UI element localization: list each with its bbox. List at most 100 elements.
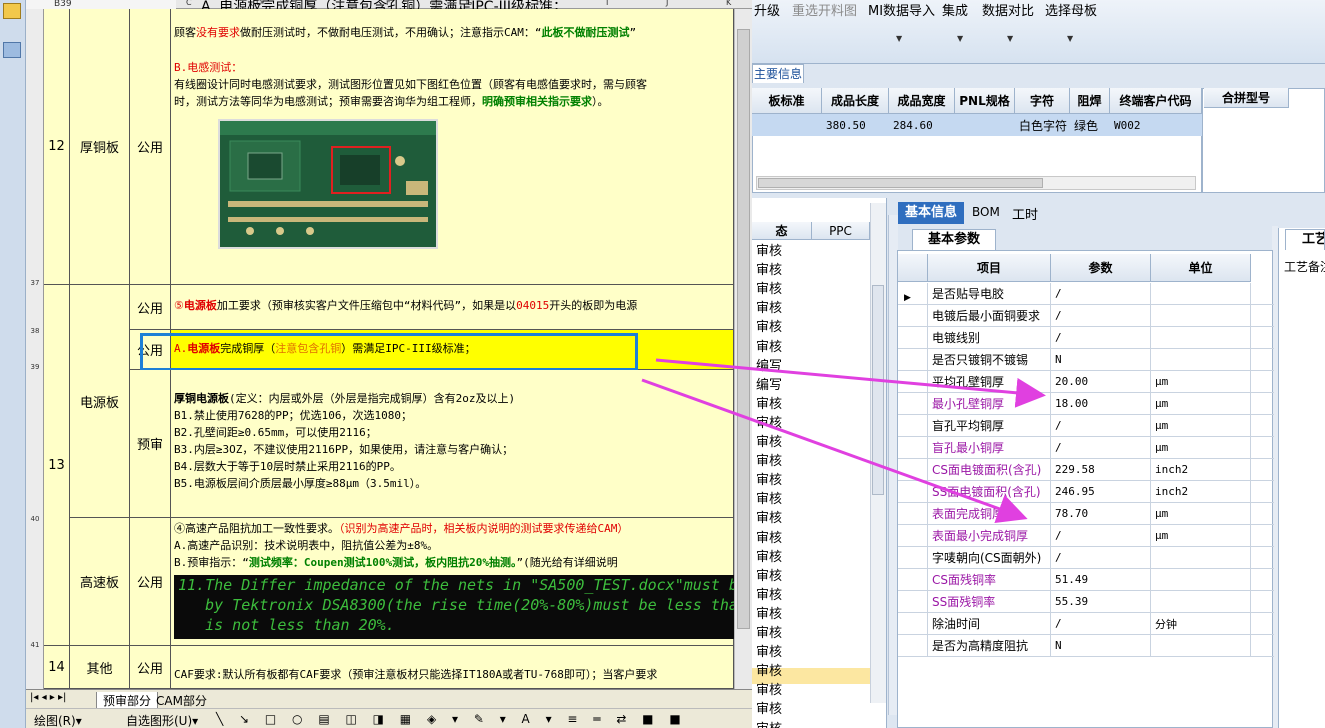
chevron-down-icon[interactable]: ▼ xyxy=(1067,34,1073,43)
status-list-item[interactable]: 审核 xyxy=(756,488,782,507)
param-row[interactable]: 电镀线别 / xyxy=(898,327,1274,349)
status-list-item[interactable]: 审核 xyxy=(756,450,782,469)
param-row[interactable]: 最小孔壁铜厚 18.00 μm xyxy=(898,393,1274,415)
scroll-thumb[interactable] xyxy=(737,29,750,629)
param-value[interactable]: / xyxy=(1051,437,1151,458)
vertical-scrollbar[interactable] xyxy=(734,9,752,689)
status-list-item[interactable]: 审核 xyxy=(756,393,782,412)
scope-cell[interactable]: 公用 xyxy=(130,646,171,689)
column-letter[interactable]: I xyxy=(606,0,608,7)
row-number-cell[interactable]: 14 xyxy=(44,646,70,689)
param-row[interactable]: 表面最小完成铜厚 / μm xyxy=(898,525,1274,547)
tab-process[interactable]: 工艺 xyxy=(1285,229,1325,250)
param-value[interactable]: / xyxy=(1051,327,1151,348)
col-header[interactable]: 板标准 xyxy=(752,88,822,114)
col-header[interactable]: PNL规格 xyxy=(955,88,1015,114)
param-row[interactable]: 盲孔平均铜厚 / μm xyxy=(898,415,1274,437)
board-type-cell[interactable]: 厚铜板 xyxy=(70,9,130,285)
chevron-down-icon[interactable]: ▼ xyxy=(1007,34,1013,43)
param-row[interactable]: 字唛朝向(CS面朝外) / xyxy=(898,547,1274,569)
col-header-item[interactable]: 项目 xyxy=(928,254,1051,282)
row-number[interactable]: 37 xyxy=(26,279,44,287)
param-row[interactable]: 除油时间 / 分钟 xyxy=(898,613,1274,635)
status-list-item[interactable]: 审核 xyxy=(756,546,782,565)
status-list-item[interactable]: 审核 xyxy=(756,431,782,450)
sheet-tab-cam[interactable]: CAM部分 xyxy=(156,692,207,709)
tab-main-info[interactable]: 主要信息 xyxy=(752,64,804,83)
status-list-item[interactable]: 审核 xyxy=(756,336,782,355)
cell[interactable]: 380.50 xyxy=(822,114,889,136)
status-list-item[interactable]: 审核 xyxy=(756,718,782,728)
col-header[interactable]: PPC xyxy=(812,222,870,240)
status-list-item[interactable]: 审核 xyxy=(756,412,782,431)
board-type-cell[interactable]: 高速板 xyxy=(70,518,130,646)
draw-menu[interactable]: 绘图(R)▾ xyxy=(34,712,82,728)
param-value[interactable]: / xyxy=(1051,283,1151,304)
param-row[interactable]: 是否为高精度阻抗 N xyxy=(898,635,1274,657)
cell[interactable]: W002 xyxy=(1110,114,1202,136)
param-row[interactable]: SS面残铜率 55.39 xyxy=(898,591,1274,613)
tab-basic-info[interactable]: 基本信息 xyxy=(898,202,964,224)
scope-cell[interactable]: 公用 xyxy=(130,9,171,285)
menu-upgrade[interactable]: 升级 xyxy=(754,0,780,19)
param-value[interactable]: N xyxy=(1051,635,1151,656)
name-box[interactable]: B39 xyxy=(26,0,176,9)
cell[interactable]: 绿色 xyxy=(1070,114,1110,136)
col-header[interactable]: 成品长度 xyxy=(822,88,889,114)
cell[interactable]: 白色字符 xyxy=(1015,114,1070,136)
scroll-thumb[interactable] xyxy=(758,178,1043,188)
status-list-item[interactable]: 审核 xyxy=(756,297,782,316)
param-row[interactable]: 平均孔壁铜厚 20.00 μm xyxy=(898,371,1274,393)
row-number[interactable]: 40 xyxy=(26,515,44,523)
autoshape-menu[interactable]: 自选图形(U)▾ xyxy=(126,712,198,728)
status-list-item[interactable]: 审核 xyxy=(756,240,782,259)
status-list-item[interactable]: 编写 xyxy=(756,374,782,393)
app-icon[interactable] xyxy=(3,3,21,19)
scroll-thumb[interactable] xyxy=(872,285,884,495)
status-list-item[interactable]: 审核 xyxy=(756,316,782,335)
status-list-item[interactable]: 审核 xyxy=(756,469,782,488)
param-value[interactable]: 229.58 xyxy=(1051,459,1151,480)
col-header[interactable]: 态 xyxy=(752,222,812,240)
tab-basic-params[interactable]: 基本参数 xyxy=(912,229,996,250)
status-list-item[interactable]: 审核 xyxy=(756,698,782,717)
param-value[interactable]: 55.39 xyxy=(1051,591,1151,612)
col-header[interactable]: 终端客户代码 xyxy=(1110,88,1202,114)
tool-icon[interactable] xyxy=(3,42,21,58)
column-letter[interactable]: K xyxy=(726,0,731,7)
status-list-item[interactable]: 审核 xyxy=(756,603,782,622)
menu-mi-import[interactable]: MI数据导入 xyxy=(868,0,935,19)
scope-cell[interactable]: 公用 xyxy=(130,285,171,330)
board-type-cell[interactable]: 其他 xyxy=(70,646,130,689)
status-list-item[interactable]: 审核 xyxy=(756,660,782,679)
param-row[interactable]: CS面电镀面积(含孔) 229.58 inch2 xyxy=(898,459,1274,481)
col-header[interactable]: 阻焊 xyxy=(1070,88,1110,114)
row-number[interactable]: 38 xyxy=(26,327,44,335)
param-value[interactable]: / xyxy=(1051,415,1151,436)
col-header[interactable]: 成品宽度 xyxy=(889,88,955,114)
col-header[interactable]: 字符 xyxy=(1015,88,1070,114)
scope-cell[interactable]: 预审 xyxy=(130,370,171,518)
status-list-item[interactable]: 审核 xyxy=(756,584,782,603)
chevron-down-icon[interactable]: ▼ xyxy=(957,34,963,43)
param-value[interactable]: 246.95 xyxy=(1051,481,1151,502)
menu-reselect-cutting[interactable]: 重选开料图 xyxy=(792,0,857,19)
param-value[interactable]: 51.49 xyxy=(1051,569,1151,590)
param-row[interactable]: CS面残铜率 51.49 xyxy=(898,569,1274,591)
status-list-item[interactable]: 审核 xyxy=(756,641,782,660)
cell[interactable]: 284.60 xyxy=(889,114,955,136)
param-row[interactable]: SS面电镀面积(含孔) 246.95 inch2 xyxy=(898,481,1274,503)
shape-tool-icons[interactable]: ╲ ↘ □ ○ ▤ ◫ ◨ ▦ ◈ ▾ ✎ ▾ A ▾ ≡ ═ ⇄ ■ ■ xyxy=(216,712,687,726)
col-header-param[interactable]: 参数 xyxy=(1051,254,1151,282)
tab-nav-arrows[interactable]: |◂ ◂ ▸ ▸| xyxy=(30,692,66,703)
param-row[interactable]: 电镀后最小面铜要求 / xyxy=(898,305,1274,327)
param-value[interactable]: N xyxy=(1051,349,1151,370)
param-value[interactable]: 18.00 xyxy=(1051,393,1151,414)
col-header[interactable]: 合拼型号 xyxy=(1204,88,1289,108)
row-number[interactable]: 41 xyxy=(26,641,44,649)
chevron-down-icon[interactable]: ▼ xyxy=(896,34,902,43)
param-value[interactable]: / xyxy=(1051,613,1151,634)
param-value[interactable]: 20.00 xyxy=(1051,371,1151,392)
row-number-cell[interactable]: 12 xyxy=(44,9,70,285)
row-number[interactable]: 39 xyxy=(26,363,44,371)
